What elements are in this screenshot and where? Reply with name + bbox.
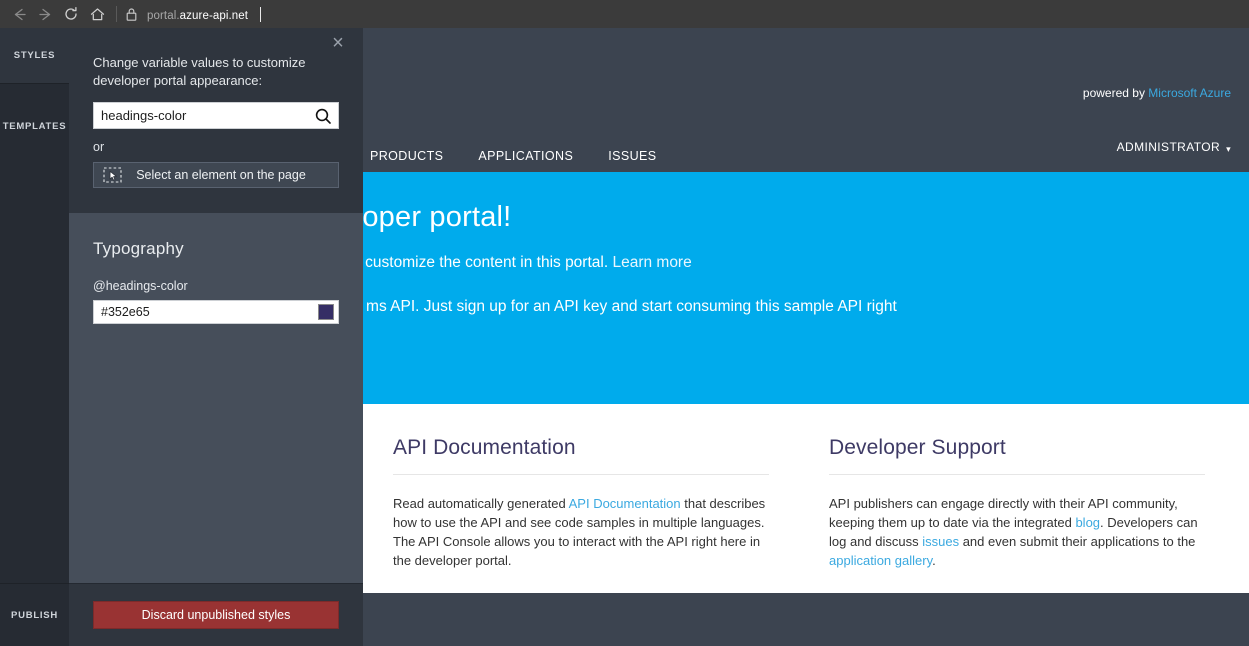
nav-link-issues[interactable]: ISSUES	[608, 149, 656, 163]
column-divider	[829, 474, 1205, 475]
publish-footer: Discard unpublished styles	[69, 583, 363, 646]
content-columns: API Documentation Read automatically gen…	[363, 404, 1249, 570]
column-body-mid-2: and even submit their applications to th…	[959, 534, 1195, 549]
forward-button[interactable]	[32, 1, 58, 27]
arrow-right-icon	[37, 6, 54, 23]
typography-section: Typography @headings-color	[69, 213, 363, 583]
api-documentation-link[interactable]: API Documentation	[569, 496, 681, 511]
headings-color-label: @headings-color	[93, 279, 339, 293]
url-domain: azure-api.net	[180, 10, 248, 22]
hero-learn-more-link[interactable]: Learn more	[612, 254, 691, 271]
search-icon[interactable]	[313, 106, 333, 126]
back-button[interactable]	[6, 1, 32, 27]
blog-link[interactable]: blog	[1075, 515, 1100, 530]
chevron-down-icon: ▾	[1226, 144, 1231, 155]
column-divider	[393, 474, 769, 475]
toolbar-divider	[116, 6, 117, 22]
panel-description: Change variable values to customize deve…	[93, 54, 343, 90]
issues-link[interactable]: issues	[922, 534, 959, 549]
arrow-left-icon	[11, 6, 28, 23]
content-card: API Documentation Read automatically gen…	[363, 404, 1249, 593]
nav-link-applications[interactable]: APPLICATIONS	[478, 149, 573, 163]
column-body: Read automatically generated API Documen…	[393, 494, 769, 570]
address-bar[interactable]: portal.azure-api.net	[147, 7, 261, 22]
nav-links: PRODUCTS APPLICATIONS ISSUES	[370, 149, 691, 163]
nav-link-products[interactable]: PRODUCTS	[370, 149, 443, 163]
column-body-post: .	[932, 553, 936, 568]
discard-unpublished-styles-button[interactable]: Discard unpublished styles	[93, 601, 339, 629]
styles-panel: × Change variable values to customize de…	[69, 28, 363, 646]
powered-by: powered by Microsoft Azure	[1083, 86, 1231, 100]
text-cursor	[260, 7, 261, 22]
column-title: API Documentation	[393, 436, 769, 460]
element-picker-icon	[100, 165, 126, 185]
application-root: PRODUCTS APPLICATIONS ISSUES ADMINISTRAT…	[0, 28, 1249, 646]
headings-color-input[interactable]	[94, 301, 299, 323]
application-gallery-link[interactable]: application gallery	[829, 553, 932, 568]
account-label: ADMINISTRATOR	[1117, 140, 1220, 154]
column-api-documentation: API Documentation Read automatically gen…	[363, 436, 799, 570]
home-button[interactable]	[84, 1, 110, 27]
sidebar-item-styles[interactable]: STYLES	[0, 28, 69, 84]
color-swatch[interactable]	[318, 304, 334, 320]
refresh-button[interactable]	[58, 1, 84, 27]
powered-by-prefix: powered by	[1083, 86, 1148, 100]
browser-toolbar: portal.azure-api.net	[0, 0, 1249, 28]
styles-panel-top: × Change variable values to customize de…	[69, 28, 363, 213]
column-body: API publishers can engage directly with …	[829, 494, 1205, 570]
or-label: or	[93, 140, 339, 154]
lock-icon	[125, 7, 138, 22]
url-prefix: portal.	[147, 10, 180, 22]
column-developer-support: Developer Support API publishers can eng…	[799, 436, 1235, 570]
home-icon	[89, 6, 106, 23]
sidebar-item-publish[interactable]: PUBLISH	[0, 583, 69, 646]
editor-sidebar: STYLES TEMPLATES PUBLISH	[0, 28, 69, 646]
microsoft-azure-link[interactable]: Microsoft Azure	[1148, 86, 1231, 100]
refresh-icon	[63, 6, 79, 22]
typography-title: Typography	[93, 239, 339, 259]
account-menu[interactable]: ADMINISTRATOR ▾	[1117, 140, 1231, 154]
variable-search	[93, 102, 339, 129]
headings-color-field	[93, 300, 339, 324]
search-input[interactable]	[94, 103, 308, 128]
select-element-label: Select an element on the page	[126, 168, 316, 182]
select-element-button[interactable]: Select an element on the page	[93, 162, 339, 188]
column-body-pre: Read automatically generated	[393, 496, 569, 511]
column-title: Developer Support	[829, 436, 1205, 460]
sidebar-item-templates[interactable]: TEMPLATES	[0, 84, 69, 169]
close-icon[interactable]: ×	[326, 31, 350, 55]
